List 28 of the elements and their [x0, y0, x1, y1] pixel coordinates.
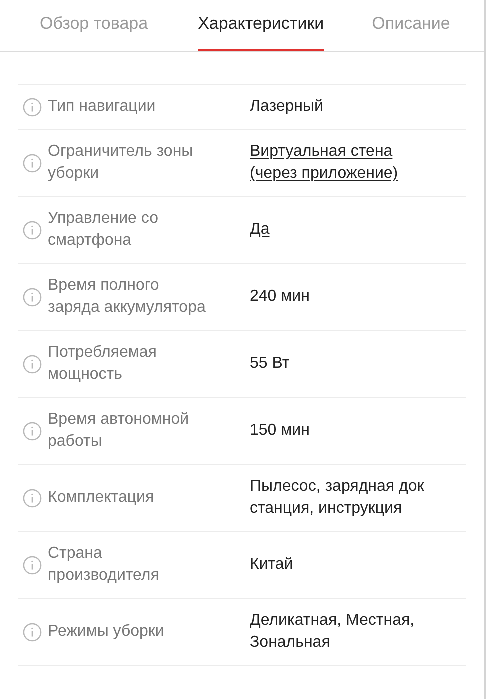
spec-label: Потребляемая мощность	[48, 343, 158, 385]
spec-label: Тип навигации	[48, 97, 157, 117]
spec-label: Режимы уборки	[48, 622, 166, 642]
info-icon[interactable]	[23, 622, 42, 642]
info-icon[interactable]	[23, 154, 42, 172]
spec-value: 55 Вт	[250, 354, 290, 374]
info-icon[interactable]	[23, 488, 42, 508]
spec-label: Страна производителя	[48, 544, 160, 586]
info-icon[interactable]	[23, 422, 42, 440]
spec-value: Деликатная, Местная, Зональная	[250, 611, 415, 653]
spec-link[interactable]: Виртуальная стена (через приложение)	[250, 141, 398, 185]
spec-value: 240 мин	[250, 287, 310, 307]
spec-value: 150 мин	[250, 421, 310, 441]
info-icon[interactable]	[23, 354, 42, 374]
tab[interactable]: Характеристики	[198, 10, 324, 51]
spec-value: Лазерный	[250, 97, 324, 117]
spec-label: Время автономной работы	[48, 410, 190, 452]
spec-label: Управление со смартфона	[48, 209, 160, 251]
info-icon[interactable]	[23, 98, 42, 116]
spec-value: Китай	[250, 555, 294, 575]
spec-link[interactable]: Да	[250, 219, 270, 241]
info-icon[interactable]	[23, 288, 42, 306]
info-icon[interactable]	[23, 556, 42, 574]
spec-label: Время полного заряда аккумулятора	[48, 276, 207, 318]
spec-value: Пылесос, зарядная док станция, инструкция	[250, 477, 424, 519]
spec-label: Комплектация	[48, 488, 156, 508]
info-icon[interactable]	[23, 220, 42, 240]
spec-label: Ограничитель зоны уборки	[48, 142, 194, 184]
